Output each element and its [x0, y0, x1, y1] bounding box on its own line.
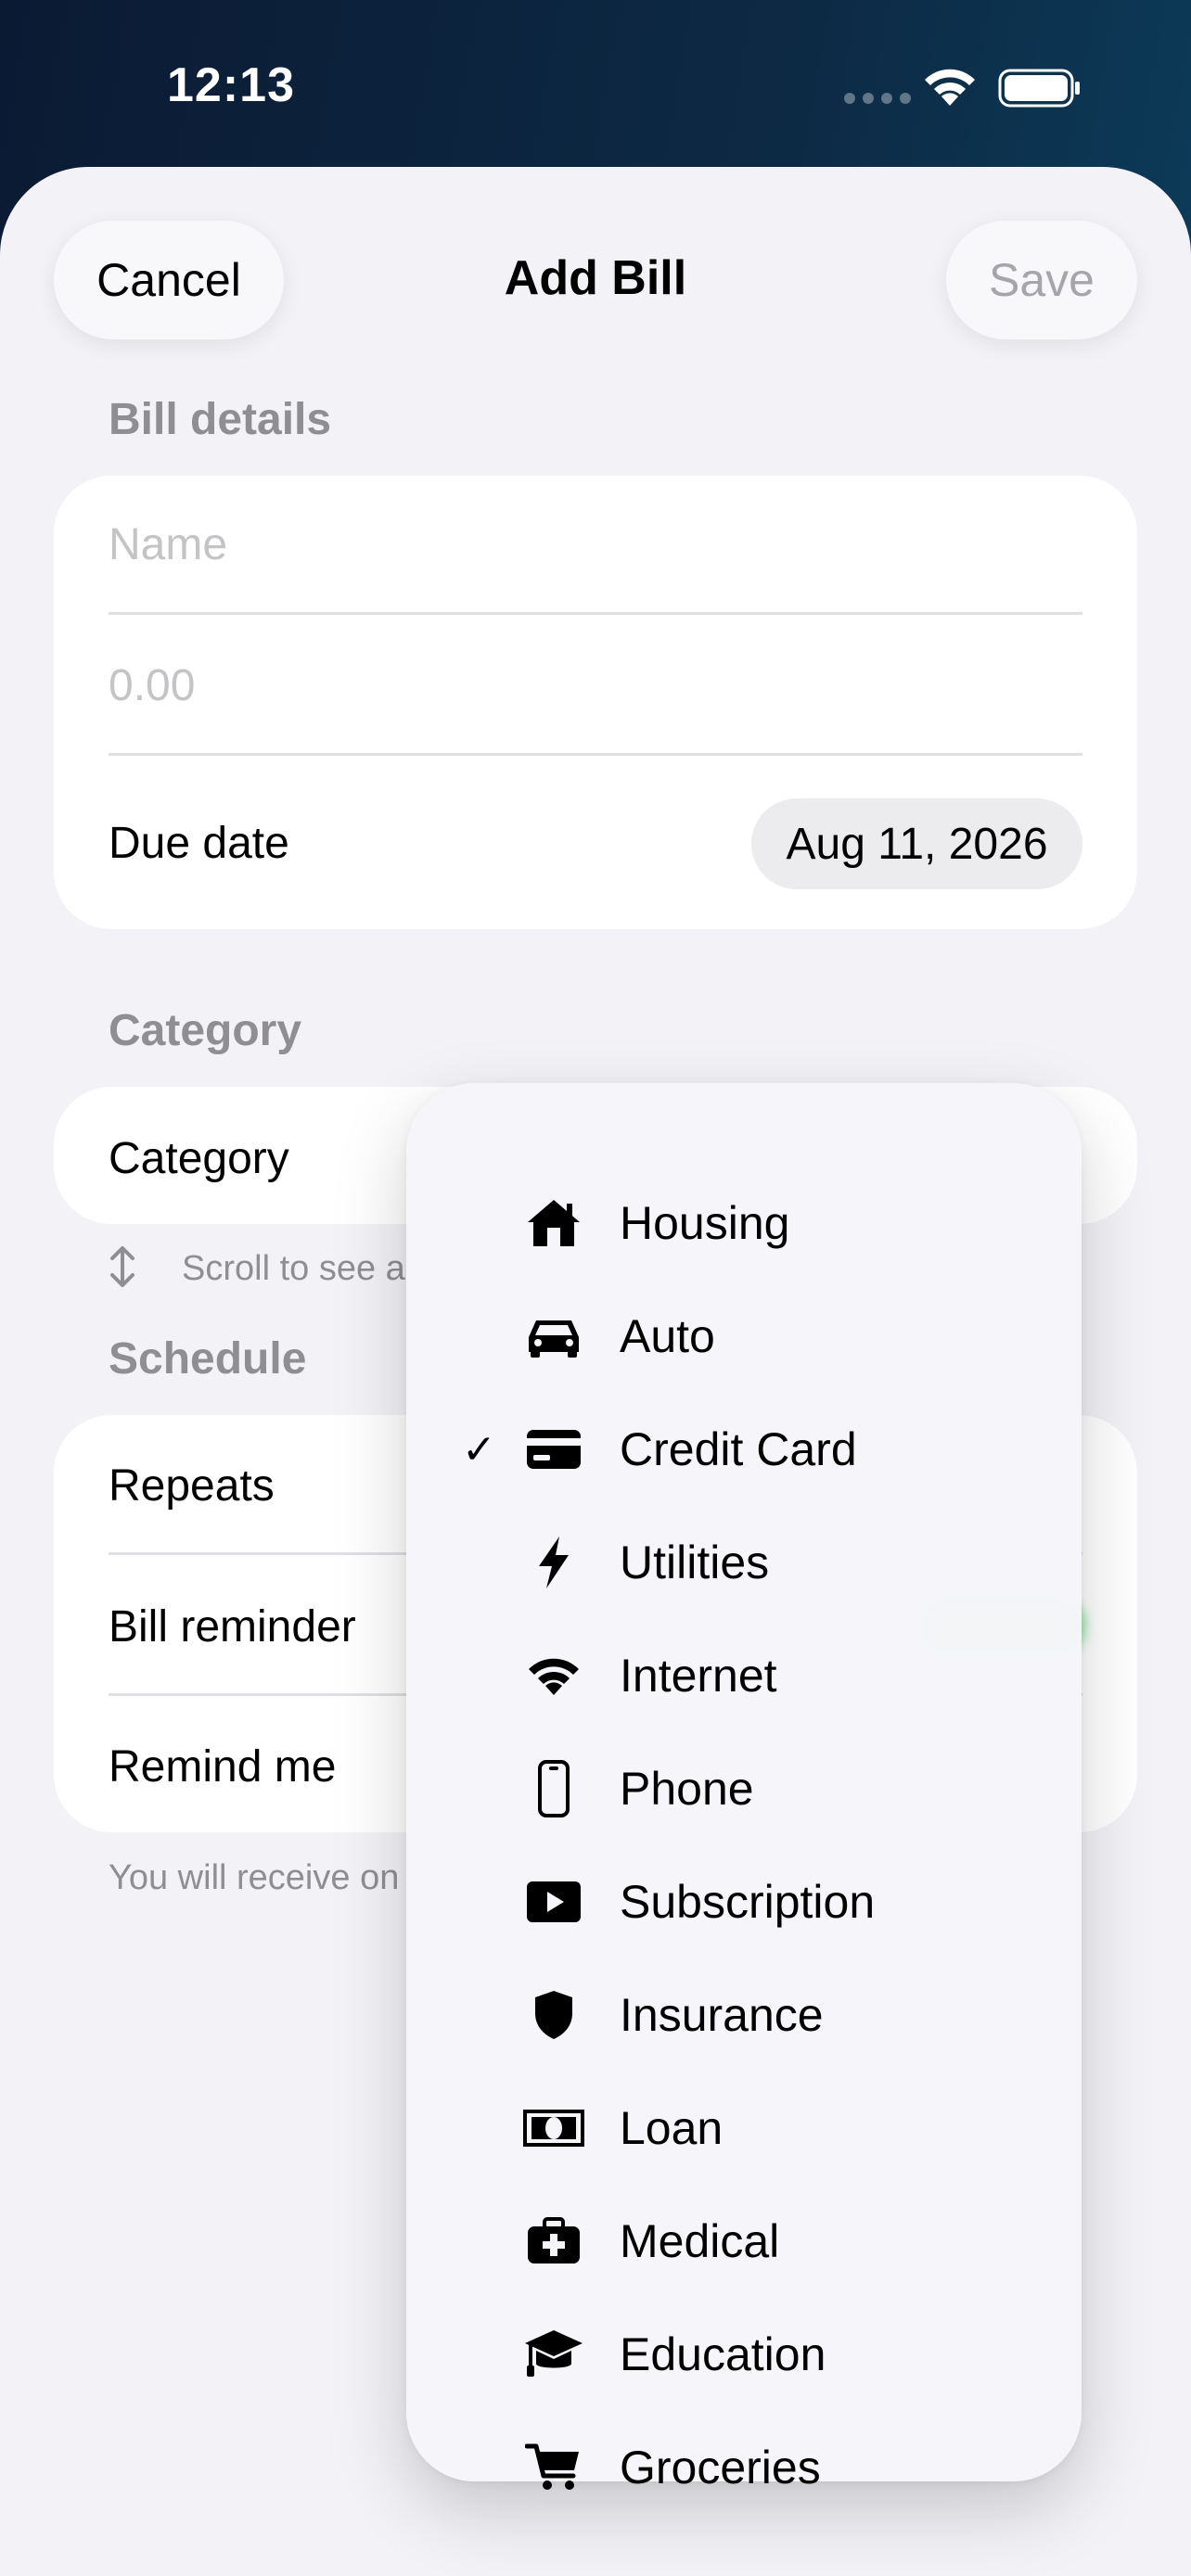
scroll-hint: Scroll to see a	[182, 1249, 405, 1288]
vertical-arrows-icon	[110, 1246, 134, 1287]
play-rectangle-icon	[523, 1871, 584, 1932]
battery-icon	[998, 69, 1080, 108]
status-bar: 12:13	[0, 0, 1191, 167]
menu-item-label: Insurance	[620, 1989, 824, 2041]
shield-icon	[523, 1984, 584, 2046]
menu-item-groceries[interactable]: Groceries	[406, 2411, 1082, 2524]
wifi-status-icon	[925, 69, 975, 106]
menu-item-credit-card[interactable]: ✓ Credit Card	[406, 1393, 1082, 1506]
medical-bag-icon	[523, 2211, 584, 2272]
menu-item-utilities[interactable]: Utilities	[406, 1506, 1082, 1619]
menu-item-education[interactable]: Education	[406, 2298, 1082, 2411]
remind-me-label[interactable]: Remind me	[109, 1741, 336, 1792]
menu-item-label: Phone	[620, 1763, 754, 1815]
amount-field[interactable]: 0.00	[109, 660, 195, 711]
menu-item-subscription[interactable]: Subscription	[406, 1845, 1082, 1958]
menu-item-housing[interactable]: Housing	[406, 1167, 1082, 1280]
schedule-header: Schedule	[109, 1334, 307, 1384]
divider	[109, 753, 1082, 756]
bill-details-header: Bill details	[109, 395, 332, 444]
cellular-signal-icon	[844, 93, 911, 104]
bolt-icon	[523, 1532, 584, 1593]
menu-item-insurance[interactable]: Insurance	[406, 1958, 1082, 2072]
repeats-label[interactable]: Repeats	[109, 1460, 275, 1511]
menu-item-label: Medical	[620, 2215, 780, 2267]
due-date-picker[interactable]: Aug 11, 2026	[751, 798, 1082, 889]
menu-item-loan[interactable]: Loan	[406, 2072, 1082, 2185]
menu-item-label: Internet	[620, 1650, 777, 1702]
schedule-footnote: You will receive on	[109, 1858, 400, 1897]
menu-item-label: Loan	[620, 2102, 724, 2154]
save-button[interactable]: Save	[946, 221, 1137, 339]
category-label: Category	[109, 1134, 289, 1183]
car-icon	[523, 1306, 584, 1367]
house-icon	[523, 1192, 584, 1254]
menu-item-medical[interactable]: Medical	[406, 2185, 1082, 2298]
category-menu: Housing Auto ✓ Credit Card Utilities Int…	[406, 1083, 1082, 2493]
divider	[109, 612, 1082, 615]
menu-item-phone[interactable]: Phone	[406, 1732, 1082, 1845]
menu-item-internet[interactable]: Internet	[406, 1619, 1082, 1732]
status-time: 12:13	[167, 58, 295, 112]
menu-item-label: Credit Card	[620, 1423, 857, 1475]
checkmark-icon: ✓	[462, 1426, 496, 1473]
menu-item-label: Housing	[620, 1197, 790, 1249]
name-field[interactable]: Name	[109, 519, 227, 570]
phone-icon	[523, 1758, 584, 1819]
due-date-label: Due date	[109, 819, 289, 868]
creditcard-icon	[523, 1419, 584, 1480]
banknote-icon	[523, 2098, 584, 2159]
menu-item-label: Subscription	[620, 1876, 876, 1928]
menu-item-label: Auto	[620, 1310, 715, 1362]
menu-item-auto[interactable]: Auto	[406, 1280, 1082, 1393]
wifi-icon	[523, 1645, 584, 1706]
bill-reminder-label: Bill reminder	[109, 1602, 356, 1651]
cart-icon	[523, 2437, 584, 2498]
menu-item-label: Groceries	[620, 2442, 821, 2493]
menu-item-label: Utilities	[620, 1537, 770, 1588]
category-header: Category	[109, 1006, 302, 1055]
menu-item-label: Education	[620, 2328, 826, 2380]
graduation-cap-icon	[523, 2324, 584, 2385]
